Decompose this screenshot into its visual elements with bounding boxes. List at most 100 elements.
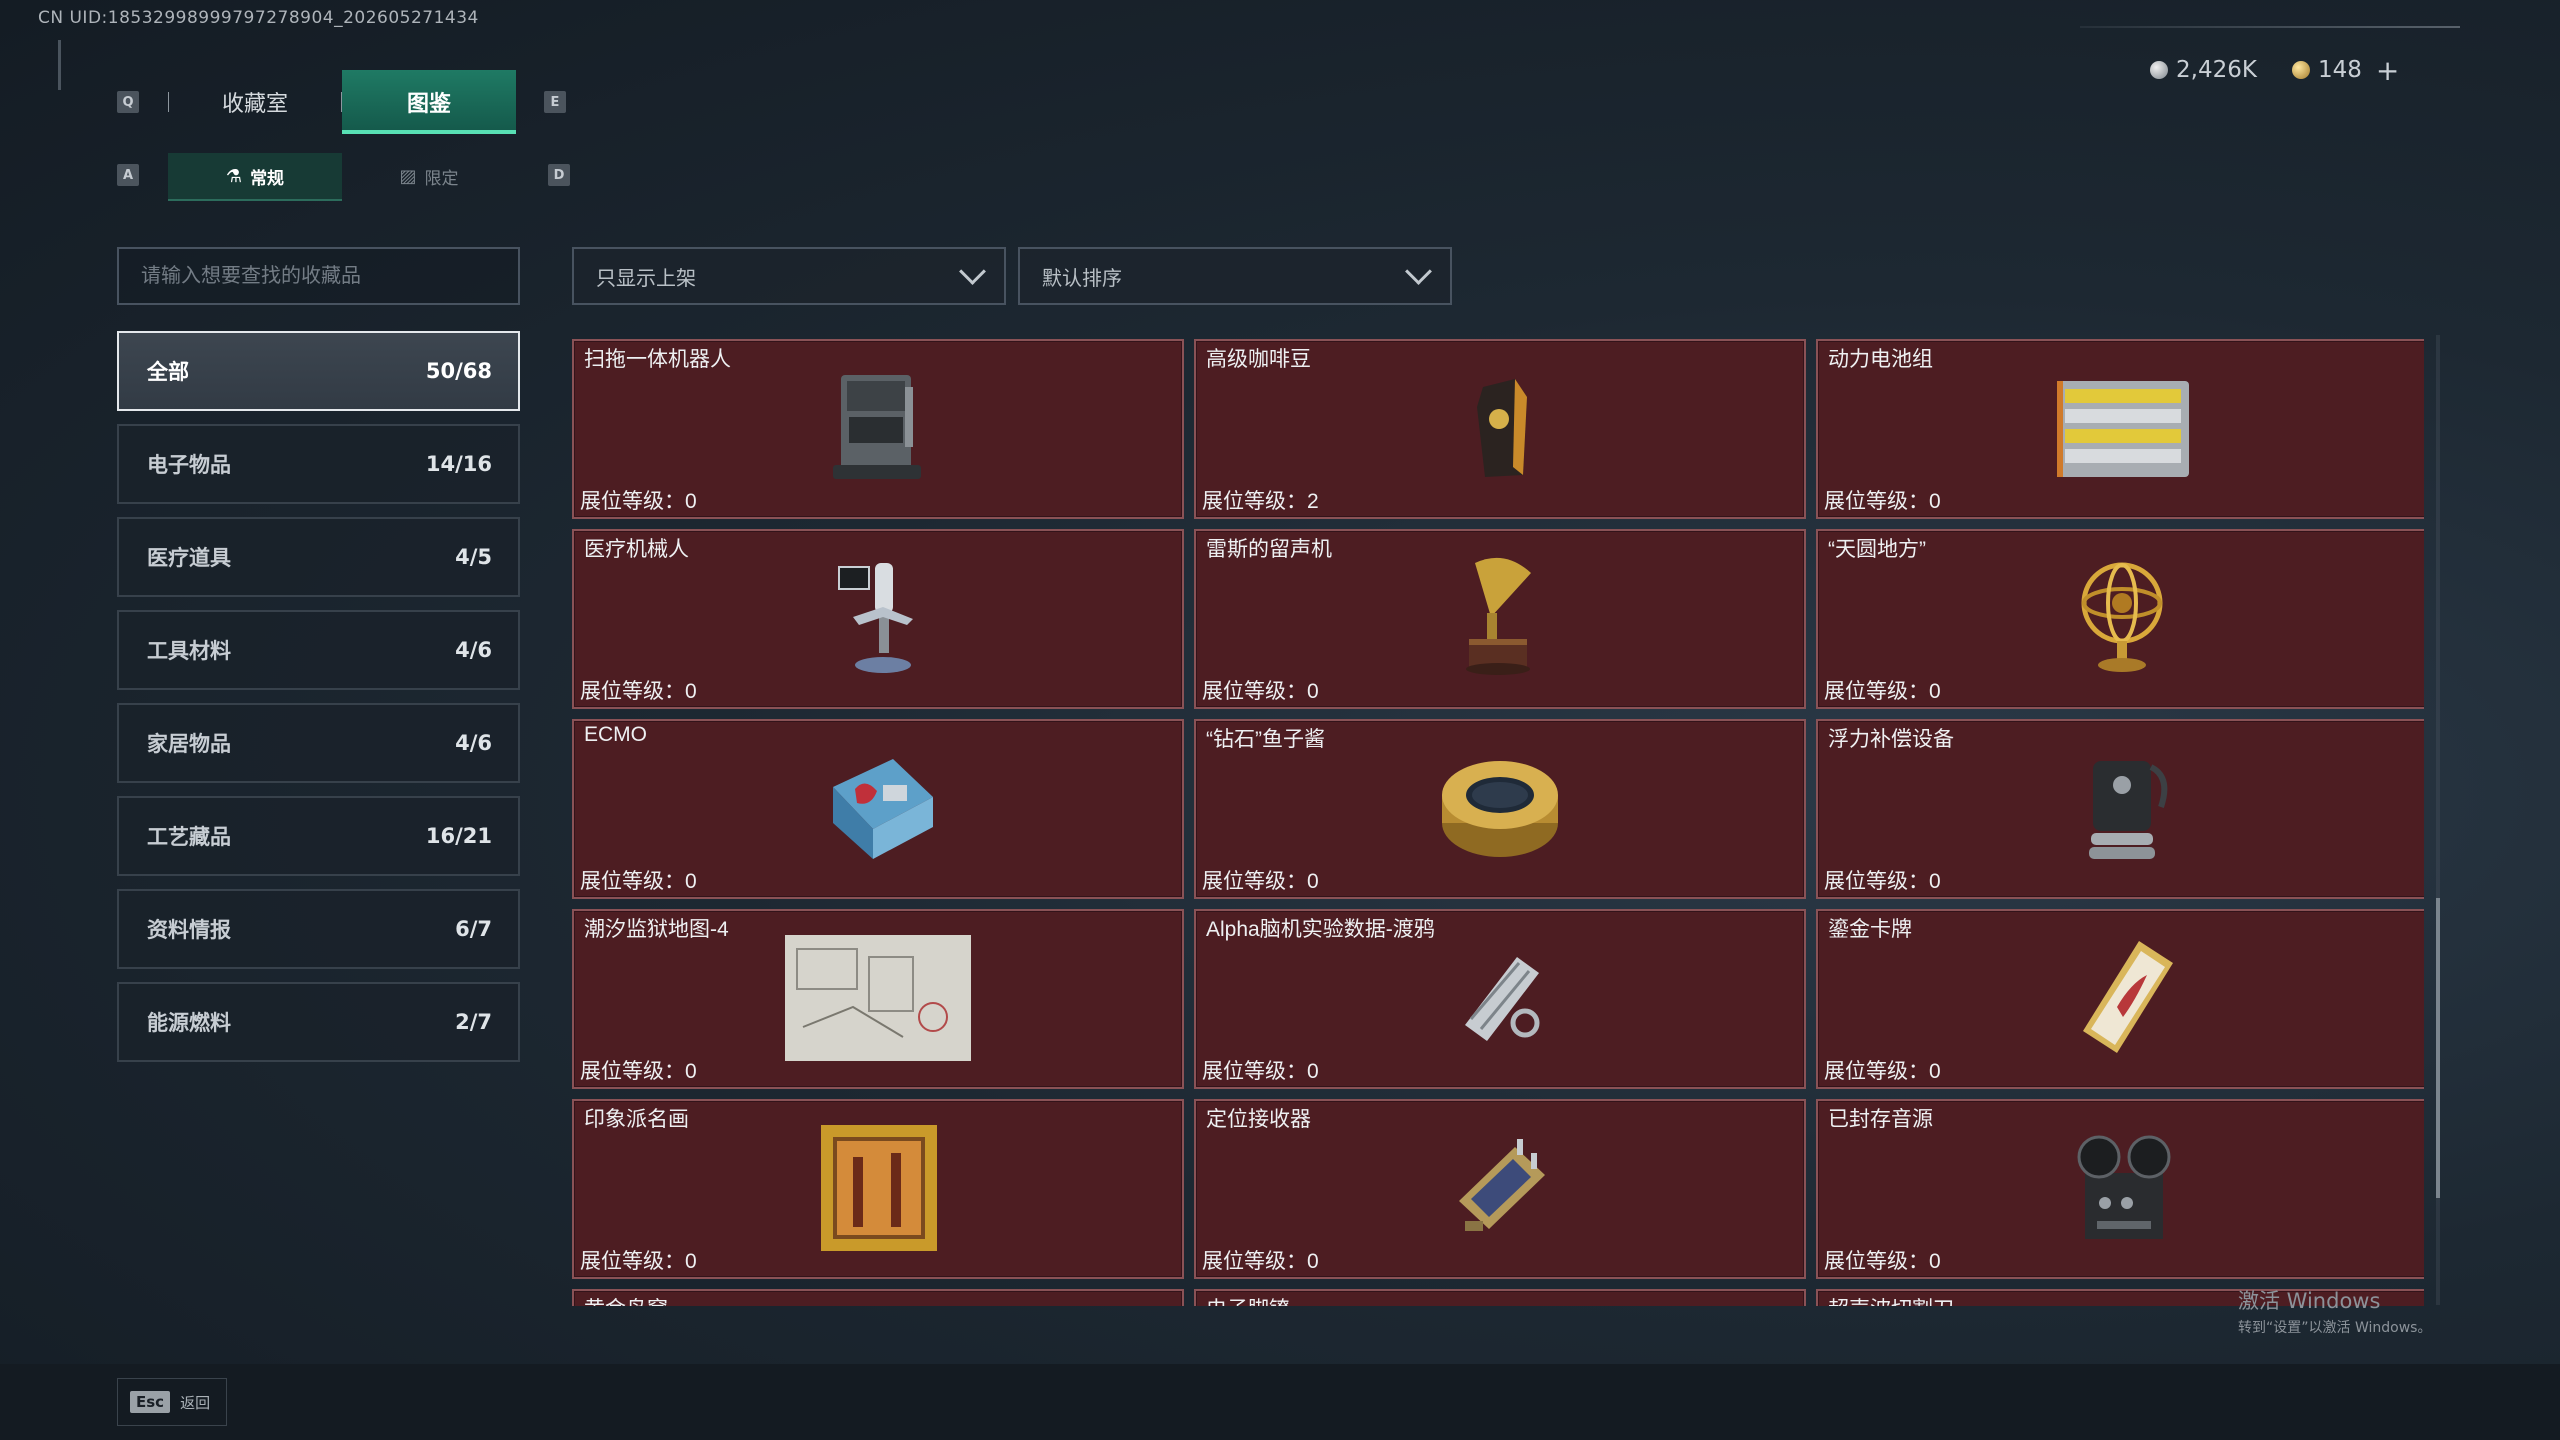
item-level: 展位等级：0: [1202, 1060, 1319, 1083]
item-level: 展位等级：0: [1824, 870, 1941, 893]
tab-codex[interactable]: 图鉴: [342, 70, 516, 134]
item-name: 超声波切割刀: [1828, 1293, 1954, 1306]
collection-card[interactable]: 印象派名画 展位等级：0: [572, 1099, 1184, 1279]
item-level: 展位等级：0: [1824, 1250, 1941, 1273]
collection-grid: 扫拖一体机器人 展位等级：0 高级咖啡豆 展位等级：2 动力电池组 展位等级：0: [572, 339, 2424, 1306]
silver-coin-icon: [2150, 61, 2168, 79]
category-electronics[interactable]: 电子物品 14/16: [117, 424, 520, 504]
buoyancy-device-icon: [2089, 761, 2168, 859]
category-name: 工艺藏品: [147, 825, 231, 849]
robot-vacuum-icon: [833, 375, 921, 479]
collection-card[interactable]: 电子脚镣: [1194, 1289, 1806, 1306]
collection-card[interactable]: 潮汐监狱地图-4 展位等级：0: [572, 909, 1184, 1089]
esc-key-hint: Esc: [130, 1391, 171, 1413]
item-name: 高级咖啡豆: [1206, 348, 1311, 371]
category-count: 4/5: [455, 545, 492, 569]
main-tabs: 收藏室 图鉴: [168, 70, 516, 134]
item-level: 展位等级：0: [1202, 1250, 1319, 1273]
item-name: 黄金鸟窝: [584, 1293, 668, 1306]
gold-amount: 148: [2318, 57, 2362, 83]
item-name: Alpha脑机实验数据-渡鸦: [1206, 918, 1435, 941]
back-label: 返回: [180, 1393, 211, 1412]
key-e-hint: E: [544, 91, 566, 113]
item-name: 潮汐监狱地图-4: [584, 918, 729, 941]
category-crafts[interactable]: 工艺藏品 16/21: [117, 796, 520, 876]
subtab-regular-label: 常规: [250, 168, 285, 189]
coffee-bag-icon: [1477, 379, 1527, 477]
collection-card[interactable]: “天圆地方” 展位等级：0: [1816, 529, 2424, 709]
activation-subtitle: 转到“设置”以激活 Windows。: [2238, 1320, 2432, 1336]
collection-card[interactable]: 动力电池组 展位等级：0: [1816, 339, 2424, 519]
gold-currency[interactable]: 148 +: [2292, 54, 2399, 87]
item-name: ECMO: [584, 723, 647, 746]
tab-collection-room[interactable]: 收藏室: [168, 70, 342, 134]
collection-card[interactable]: 医疗机械人 展位等级：0: [572, 529, 1184, 709]
caviar-tin-icon: [1442, 761, 1558, 857]
picture-icon: ▨: [399, 165, 417, 187]
item-name: “天圆地方”: [1828, 538, 1926, 561]
category-name: 医疗道具: [147, 546, 231, 570]
collection-card[interactable]: 雷斯的留声机 展位等级：0: [1194, 529, 1806, 709]
key-a-hint: A: [117, 164, 139, 186]
item-name: 鎏金卡牌: [1828, 918, 1912, 941]
subtab-regular[interactable]: ⚗ 常规: [168, 153, 342, 201]
silver-currency: 2,426K: [2150, 55, 2257, 85]
activation-title: 激活 Windows: [2238, 1289, 2381, 1313]
back-button[interactable]: Esc 返回: [117, 1378, 227, 1426]
medical-robot-icon: [838, 563, 913, 673]
category-count: 2/7: [455, 1010, 492, 1034]
item-level: 展位等级：0: [1202, 870, 1319, 893]
data-drive-icon: [1465, 957, 1540, 1041]
add-currency-button[interactable]: +: [2376, 54, 2399, 87]
item-name: “钻石”鱼子酱: [1206, 728, 1325, 751]
item-name: 已封存音源: [1828, 1108, 1933, 1131]
item-level: 展位等级：0: [580, 490, 697, 513]
map-document-icon: [785, 935, 971, 1061]
category-medical[interactable]: 医疗道具 4/5: [117, 517, 520, 597]
category-name: 家居物品: [147, 732, 231, 756]
item-name: 扫拖一体机器人: [584, 348, 731, 371]
category-all[interactable]: 全部 50/68: [117, 331, 520, 411]
collection-card[interactable]: 已封存音源 展位等级：0: [1816, 1099, 2424, 1279]
collection-card[interactable]: 高级咖啡豆 展位等级：2: [1194, 339, 1806, 519]
item-level: 展位等级：0: [580, 870, 697, 893]
collection-card[interactable]: Alpha脑机实验数据-渡鸦 展位等级：0: [1194, 909, 1806, 1089]
category-count: 50/68: [425, 359, 492, 383]
category-count: 4/6: [455, 731, 492, 755]
item-level: 展位等级：0: [1202, 680, 1319, 703]
category-tools[interactable]: 工具材料 4/6: [117, 610, 520, 690]
subtab-limited[interactable]: ▨ 限定: [342, 153, 516, 199]
collection-card[interactable]: ECMO 展位等级：0: [572, 719, 1184, 899]
framed-painting-icon: [821, 1125, 937, 1251]
collection-card[interactable]: “钻石”鱼子酱 展位等级：0: [1194, 719, 1806, 899]
item-level: 展位等级：0: [1824, 490, 1941, 513]
chevron-down-icon: [959, 257, 986, 285]
sub-tabs: ⚗ 常规 ▨ 限定: [168, 153, 516, 201]
collection-card[interactable]: 鎏金卡牌 展位等级：0: [1816, 909, 2424, 1089]
battery-pack-icon: [2057, 381, 2189, 477]
category-name: 全部: [147, 360, 189, 384]
collection-card[interactable]: 黄金鸟窝: [572, 1289, 1184, 1306]
collection-card[interactable]: 浮力补偿设备 展位等级：0: [1816, 719, 2424, 899]
shelf-filter-select[interactable]: 只显示上架: [572, 247, 1006, 305]
category-energy[interactable]: 能源燃料 2/7: [117, 982, 520, 1062]
category-household[interactable]: 家居物品 4/6: [117, 703, 520, 783]
key-q-hint: Q: [117, 91, 139, 113]
footer-bar: [0, 1364, 2560, 1440]
item-level: 展位等级：0: [580, 1250, 697, 1273]
sort-select[interactable]: 默认排序: [1018, 247, 1452, 305]
item-name: 定位接收器: [1206, 1108, 1311, 1131]
item-name: 动力电池组: [1828, 348, 1933, 371]
item-name: 印象派名画: [584, 1108, 689, 1131]
scrollbar-thumb[interactable]: [2436, 898, 2440, 1198]
search-input[interactable]: [117, 247, 520, 305]
category-count: 14/16: [425, 452, 492, 476]
item-name: 电子脚镣: [1206, 1293, 1290, 1306]
collection-card[interactable]: 扫拖一体机器人 展位等级：0: [572, 339, 1184, 519]
category-intel[interactable]: 资料情报 6/7: [117, 889, 520, 969]
category-name: 能源燃料: [147, 1011, 231, 1035]
collection-card[interactable]: 定位接收器 展位等级：0: [1194, 1099, 1806, 1279]
item-name: 浮力补偿设备: [1828, 728, 1954, 751]
item-level: 展位等级：0: [580, 1060, 697, 1083]
chevron-down-icon: [1405, 257, 1432, 285]
